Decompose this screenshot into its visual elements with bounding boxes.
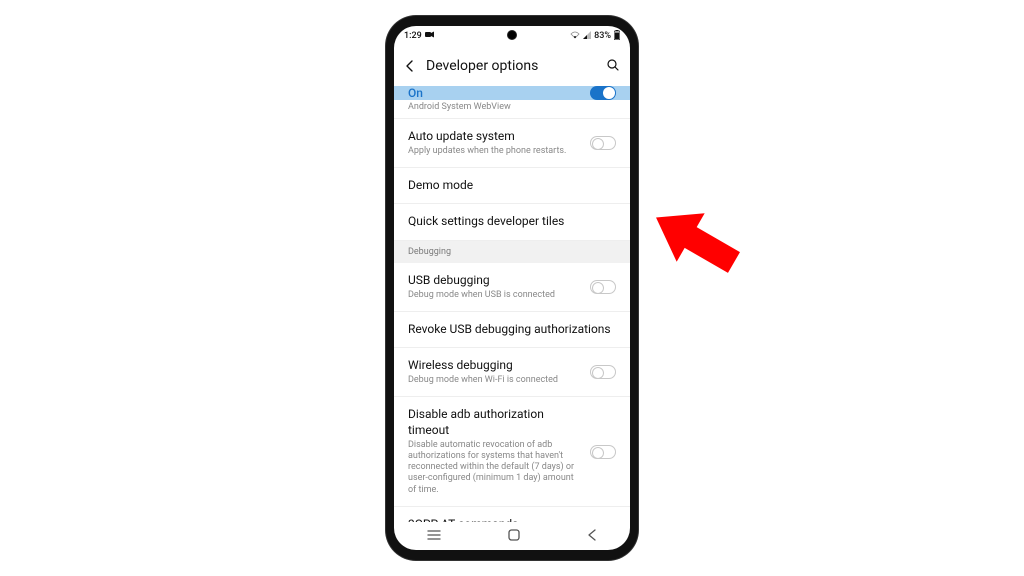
row-3gpp-at-commands[interactable]: 3GPP AT commands Turn 3GPP AT commands o… [394, 507, 630, 522]
master-toggle-row[interactable]: On [394, 86, 630, 100]
phone-frame: 1:29 83% Develo [386, 16, 638, 560]
screen: 1:29 83% Develo [394, 26, 630, 550]
row-title: Wireless debugging [408, 358, 582, 374]
android-nav-bar [394, 522, 630, 550]
wifi-icon [570, 31, 580, 42]
status-time: 1:29 [404, 31, 422, 41]
settings-list[interactable]: On Android System WebView Auto update sy… [394, 86, 630, 522]
app-header: Developer options [394, 46, 630, 86]
battery-text: 83% [594, 31, 611, 41]
row-demo-mode[interactable]: Demo mode [394, 168, 630, 205]
section-header-debugging: Debugging [394, 241, 630, 263]
row-revoke-usb-auth[interactable]: Revoke USB debugging authorizations [394, 312, 630, 349]
row-quick-settings-tiles[interactable]: Quick settings developer tiles [394, 204, 630, 241]
auto-update-switch[interactable] [590, 136, 616, 150]
usb-debugging-switch[interactable] [590, 280, 616, 294]
row-usb-debugging[interactable]: USB debugging Debug mode when USB is con… [394, 263, 630, 312]
row-title: Disable adb authorization timeout [408, 407, 582, 438]
row-title: USB debugging [408, 273, 582, 289]
master-toggle-label: On [408, 86, 423, 100]
battery-icon [614, 30, 620, 43]
disable-adb-timeout-switch[interactable] [590, 445, 616, 459]
partial-row-webview[interactable]: Android System WebView [394, 100, 630, 119]
recents-button[interactable] [427, 530, 441, 543]
front-camera [507, 30, 517, 40]
back-icon[interactable] [404, 57, 416, 76]
search-icon[interactable] [606, 57, 620, 76]
row-title: Revoke USB debugging authorizations [408, 322, 616, 338]
row-wireless-debugging[interactable]: Wireless debugging Debug mode when Wi-Fi… [394, 348, 630, 397]
row-disable-adb-timeout[interactable]: Disable adb authorization timeout Disabl… [394, 397, 630, 506]
video-icon [425, 31, 434, 41]
row-auto-update-system[interactable]: Auto update system Apply updates when th… [394, 119, 630, 168]
master-toggle-switch[interactable] [590, 86, 616, 100]
back-button[interactable] [587, 529, 597, 544]
wireless-debugging-switch[interactable] [590, 365, 616, 379]
row-subtitle: Disable automatic revocation of adb auth… [408, 440, 582, 496]
pointer-arrow-icon [640, 200, 750, 280]
row-title: Auto update system [408, 129, 582, 145]
row-title: Demo mode [408, 178, 616, 194]
signal-icon [583, 31, 591, 42]
home-button[interactable] [508, 529, 520, 544]
row-title: Quick settings developer tiles [408, 214, 616, 230]
row-subtitle: Apply updates when the phone restarts. [408, 146, 582, 157]
row-subtitle: Debug mode when USB is connected [408, 290, 582, 301]
page-title: Developer options [426, 58, 596, 74]
row-subtitle: Debug mode when Wi-Fi is connected [408, 375, 582, 386]
